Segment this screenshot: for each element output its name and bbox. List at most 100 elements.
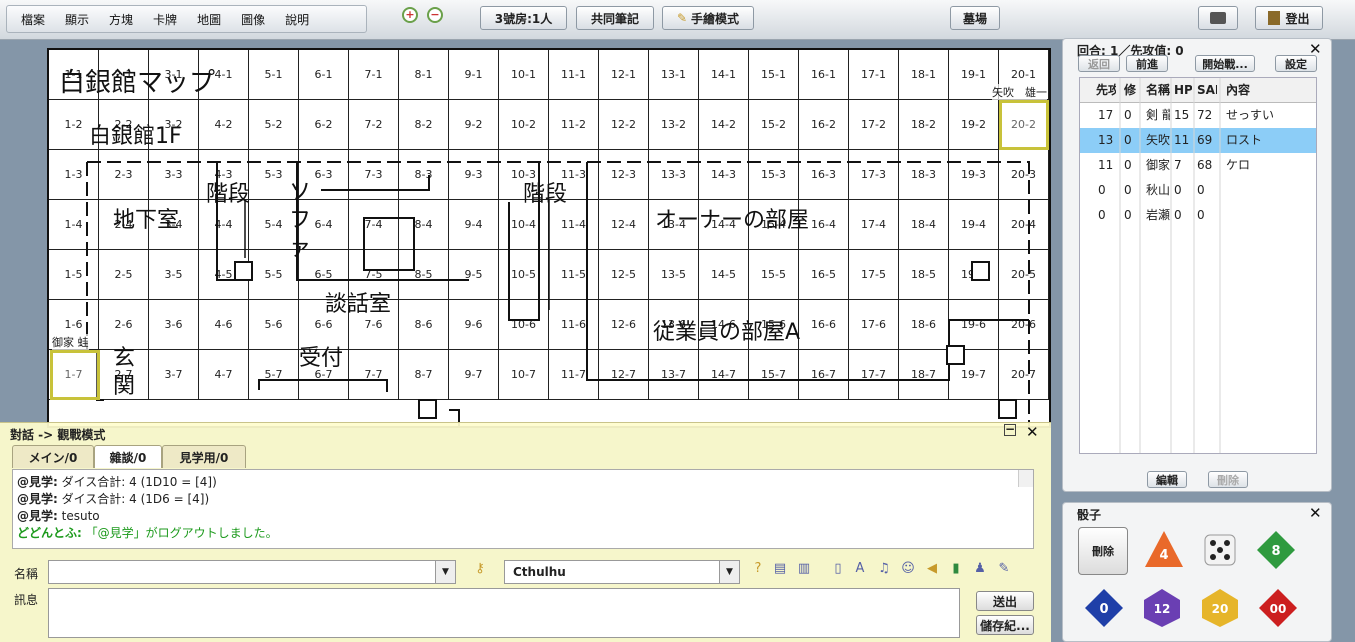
chat-speaker: @見学: <box>17 475 58 489</box>
delete-button[interactable]: 刪除 <box>1208 471 1248 488</box>
megaphone-icon[interactable]: ◀ <box>924 561 940 577</box>
chat-window: 對話 -> 觀戰模式 − ✕ メイン/0 雜談/0 見学用/0 @見学: ダイス… <box>0 422 1051 642</box>
message-input[interactable] <box>48 588 960 638</box>
chat-close-icon[interactable]: ✕ <box>1026 423 1039 441</box>
menu-view[interactable]: 顯示 <box>65 11 89 28</box>
settings-button[interactable]: 設定 <box>1275 55 1317 72</box>
help-icon[interactable]: ? <box>750 561 766 577</box>
menu-file[interactable]: 檔案 <box>21 11 45 28</box>
chip-name-yabuki: 矢吹 雄一 <box>992 84 1047 100</box>
chat-line: @見学: ダイス合計: 4 (1D10 = [4]) <box>17 474 1029 491</box>
edit-button[interactable]: 編輯 <box>1147 471 1187 488</box>
menu-image[interactable]: 圖像 <box>241 11 265 28</box>
camera-button[interactable] <box>1198 6 1238 30</box>
initiative-panel: 回合: 1／先攻值: 0 ✕ 返回 前進 開始戰... 設定 先攻 修 名稱 H… <box>1062 38 1332 492</box>
d12-dice-icon[interactable]: 12 <box>1141 587 1183 629</box>
dice-close-icon[interactable]: ✕ <box>1309 504 1322 522</box>
chevron-down-icon[interactable]: ▼ <box>435 561 455 583</box>
edit-icon[interactable]: ✎ <box>996 561 1012 577</box>
menu-map[interactable]: 地圖 <box>197 11 221 28</box>
character-chip-mike[interactable] <box>50 350 100 400</box>
camera-icon <box>1210 12 1226 24</box>
dice-system-select[interactable]: Cthulhu ▼ <box>504 560 740 584</box>
main-menu: 檔案 顯示 方塊 卡牌 地圖 圖像 說明 <box>6 5 367 33</box>
map-label-owner-room: オーナーの部屋 <box>655 208 810 233</box>
shared-notes-button[interactable]: 共同筆記 <box>576 6 654 30</box>
map-label-lounge: 談話室 <box>325 292 392 317</box>
zoom-in-icon[interactable]: + <box>402 7 418 23</box>
key-icon[interactable]: ⚷ <box>472 561 488 577</box>
chat-text: tesuto <box>61 509 100 523</box>
chat-line: どどんとふ: 「@見学」がログアウトしました。 <box>17 525 1029 542</box>
chat-line: @見学: ダイス合計: 4 (1D6 = [4]) <box>17 491 1029 508</box>
back-button[interactable]: 返回 <box>1078 55 1120 72</box>
dice-delete-button[interactable]: 刪除 <box>1078 527 1128 575</box>
d20-label: 20 <box>1212 602 1229 616</box>
character-chip-yabuki[interactable] <box>999 100 1049 150</box>
zoom-out-icon[interactable]: − <box>427 7 443 23</box>
map-label-stairs-2: 階段 <box>523 182 568 207</box>
d100-label: 00 <box>1270 602 1287 616</box>
menu-help[interactable]: 說明 <box>285 11 309 28</box>
font-icon[interactable]: A <box>852 561 868 577</box>
d20-dice-icon[interactable]: 20 <box>1199 587 1241 629</box>
table-grid-lines <box>1119 78 1221 453</box>
save-log-button[interactable]: 儲存紀... <box>976 615 1034 635</box>
d8-dice-icon[interactable]: 8 <box>1255 529 1297 571</box>
d12-label: 12 <box>1154 602 1171 616</box>
name-input[interactable]: ▼ <box>48 560 456 584</box>
initiative-table[interactable]: 先攻 修 名稱 HP SAN 內容 17 0 剣 龍 15 72 せっすい 13… <box>1079 77 1317 454</box>
chat-line: @見学: tesuto <box>17 508 1029 525</box>
menu-card[interactable]: 卡牌 <box>153 11 177 28</box>
map-floorplan-lines <box>86 161 1030 426</box>
start-battle-button[interactable]: 開始戰... <box>1195 55 1255 72</box>
person-icon[interactable]: ♟ <box>972 561 988 577</box>
users-icon[interactable]: ☺ <box>900 561 916 577</box>
door-icon <box>1268 11 1281 25</box>
message-label: 訊息 <box>14 593 39 607</box>
draw-mode-label: 手繪模式 <box>691 11 740 26</box>
document-icon[interactable]: ▯ <box>830 561 846 577</box>
chat-text: ダイス合計: 4 (1D6 = [4]) <box>61 492 210 506</box>
graveyard-button[interactable]: 墓場 <box>950 6 1000 30</box>
chat-scrollbar[interactable] <box>1018 470 1033 487</box>
chat-text: ダイス合計: 4 (1D10 = [4]) <box>61 475 217 489</box>
chat-text: 「@見学」がログアウトしました。 <box>85 526 278 540</box>
dice-title: 骰子 <box>1077 508 1102 522</box>
chat-log[interactable]: @見学: ダイス合計: 4 (1D10 = [4]) @見学: ダイス合計: 4… <box>12 469 1034 549</box>
map-label-sofa-3: ァ <box>289 236 312 261</box>
pencil-icon: ✎ <box>676 11 688 25</box>
d100-dice-icon[interactable]: 00 <box>1257 587 1299 629</box>
minimize-icon[interactable]: − <box>1004 423 1016 436</box>
tab-observer[interactable]: 見学用/0 <box>162 445 246 468</box>
d10-dice-icon[interactable]: 0 <box>1083 587 1125 629</box>
film-icon[interactable]: ▮ <box>948 561 964 577</box>
d4-dice-icon[interactable]: 4 <box>1143 529 1185 571</box>
map-label-reception: 受付 <box>299 346 344 371</box>
forward-button[interactable]: 前進 <box>1126 55 1168 72</box>
chat-speaker: @見学: <box>17 492 58 506</box>
name-label: 名稱 <box>14 567 39 581</box>
map-label-basement: 地下室 <box>113 208 180 233</box>
draw-mode-button[interactable]: ✎ 手繪模式 <box>662 6 754 30</box>
chat-speaker: どどんとふ: <box>17 526 82 540</box>
game-map[interactable]: 20-7 19-7 18-7 17-7 16-7 15-7 14-7 13-7 12-7 11-7… <box>47 48 1051 428</box>
d6-dice-icon[interactable]: 6 <box>1199 529 1241 571</box>
chevron-down-icon[interactable]: ▼ <box>719 561 739 583</box>
book-icon[interactable]: ▥ <box>796 561 812 577</box>
dice-panel: 骰子 ✕ 刪除 4 6 8 0 12 20 00 <box>1062 502 1332 642</box>
logout-button[interactable]: 登出 <box>1255 6 1323 30</box>
chip-name-mike: 御家 蛙 <box>52 334 89 350</box>
d8-label: 8 <box>1271 544 1280 559</box>
map-subtitle: 白銀館1F <box>89 124 182 149</box>
top-toolbar: 檔案 顯示 方塊 卡牌 地圖 圖像 說明 + − 3號房:1人 共同筆記 ✎ 手… <box>0 0 1355 40</box>
send-button[interactable]: 送出 <box>976 591 1034 611</box>
tab-chat[interactable]: 雜談/0 <box>94 445 162 468</box>
d6-label: 6 <box>1220 568 1221 570</box>
table-icon[interactable]: ▤ <box>772 561 788 577</box>
menu-piece[interactable]: 方塊 <box>109 11 133 28</box>
room-button[interactable]: 3號房:1人 <box>480 6 567 30</box>
speaker-icon[interactable]: ♫ <box>876 561 892 577</box>
map-label-entrance-2: 関 <box>113 374 136 399</box>
tab-main[interactable]: メイン/0 <box>12 445 94 468</box>
